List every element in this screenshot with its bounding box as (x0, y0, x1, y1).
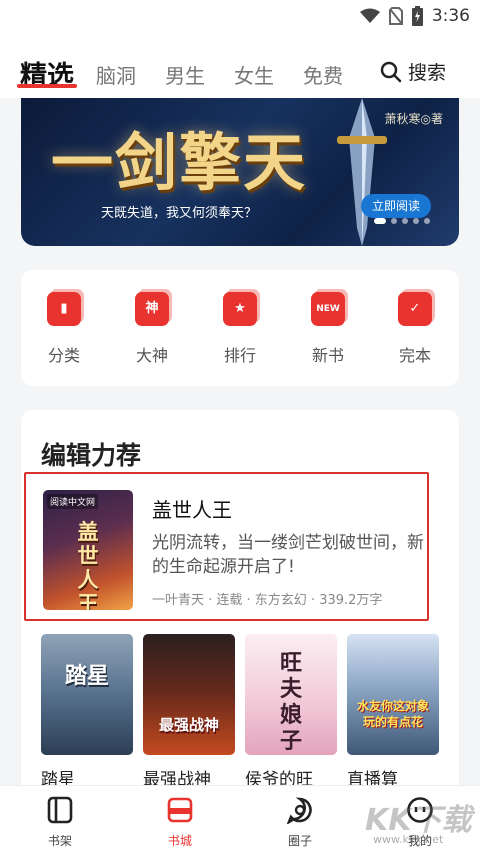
cover-title-art: 踏星 (64, 663, 109, 689)
tab-male[interactable]: 男生 (165, 60, 205, 89)
trophy-icon: ★ (223, 292, 257, 326)
nav-bookstore[interactable]: 书城 (150, 796, 210, 849)
nav-label: 书架 (47, 834, 72, 848)
banner-author: 萧秋寒◎著 (384, 112, 443, 126)
shen-icon: 神 (135, 292, 169, 326)
section-title: 编辑力荐 (41, 441, 142, 470)
nav-bookshelf[interactable]: 书架 (30, 796, 90, 849)
nav-community[interactable]: 圈子 (270, 796, 330, 849)
category-label: 大神 (135, 346, 168, 365)
carousel-indicator (374, 218, 430, 224)
category-classify[interactable]: ▮ 分类 (34, 292, 94, 366)
banner-title: 一剑擎天 (51, 126, 308, 199)
category-new-books[interactable]: NEW 新书 (298, 292, 358, 366)
new-icon: NEW (311, 292, 345, 326)
category-label: 分类 (47, 346, 80, 365)
category-master[interactable]: 神 大神 (122, 292, 182, 366)
category-label: 完本 (398, 346, 431, 365)
book-cover-zqzs[interactable]: 最强战神 (143, 634, 235, 755)
editor-picks-section: 编辑力荐 阅读中文网 盖世人王 盖世人王 光阴流转，当一缕剑芒划破世间，新的生命… (21, 410, 459, 790)
cover-title-art: 盖世人王 (77, 519, 99, 611)
category-label: 新书 (311, 346, 344, 365)
featured-book-card[interactable]: 阅读中文网 盖世人王 盖世人王 光阴流转，当一缕剑芒划破世间，新的生命起源开启了… (24, 472, 429, 621)
top-tab-bar: 精选 脑洞 男生 女生 免费 搜索 (0, 34, 480, 98)
status-time: 3:36 (431, 6, 470, 26)
search-icon (380, 61, 402, 82)
category-ranking[interactable]: ★ 排行 (210, 292, 270, 366)
tab-female[interactable]: 女生 (234, 60, 274, 89)
no-sim-icon (388, 7, 403, 25)
read-now-button[interactable]: 立即阅读 (361, 194, 431, 218)
category-completed[interactable]: ✓ 完本 (385, 292, 445, 366)
cover-publisher: 阅读中文网 (47, 494, 99, 509)
nav-label: 圈子 (287, 834, 312, 848)
wifi-icon (359, 8, 380, 23)
banner-tagline: 天既失道，我又何须奉天？ (101, 206, 258, 221)
search-label: 搜索 (407, 62, 446, 84)
bookshelf-icon (47, 796, 73, 824)
cover-title-art: 水友你这对象玩的有点花 (356, 699, 429, 729)
search-button[interactable]: 搜索 (380, 58, 446, 85)
tab-brain-hole[interactable]: 脑洞 (96, 60, 136, 89)
featured-book-title: 盖世人王 (152, 498, 232, 522)
community-icon (286, 797, 312, 826)
check-icon: ✓ (398, 292, 432, 326)
book-cover-tata[interactable]: 踏星 (41, 634, 133, 755)
featured-book-meta: 一叶青天 · 连载 · 东方玄幻 · 339.2万字 (152, 593, 383, 608)
promo-banner[interactable]: 一剑擎天 萧秋寒◎著 天既失道，我又何须奉天？ 立即阅读 (21, 98, 459, 246)
category-label: 排行 (223, 346, 256, 365)
cover-title-art: 旺夫娘子 (279, 650, 302, 754)
watermark: KK下载 www.kkx.net (365, 803, 472, 846)
bookmark-icon: ▮ (47, 292, 81, 326)
book-cover-zbs[interactable]: 水友你这对象玩的有点花 (347, 634, 439, 755)
book-cover-hydw[interactable]: 旺夫娘子 (245, 634, 337, 755)
battery-icon (411, 6, 423, 26)
featured-book-cover: 阅读中文网 盖世人王 (43, 490, 133, 610)
cover-title-art: 最强战神 (158, 716, 219, 734)
featured-book-description: 光阴流转，当一缕剑芒划破世间，新的生命起源开启了! (152, 533, 424, 577)
status-bar: 3:36 (0, 0, 480, 34)
nav-label: 书城 (167, 834, 192, 848)
bookstore-icon (167, 797, 193, 823)
category-shortcuts: ▮ 分类 神 大神 ★ 排行 NEW 新书 ✓ 完本 (21, 270, 459, 386)
tab-free[interactable]: 免费 (303, 60, 343, 89)
active-tab-indicator (17, 84, 77, 88)
